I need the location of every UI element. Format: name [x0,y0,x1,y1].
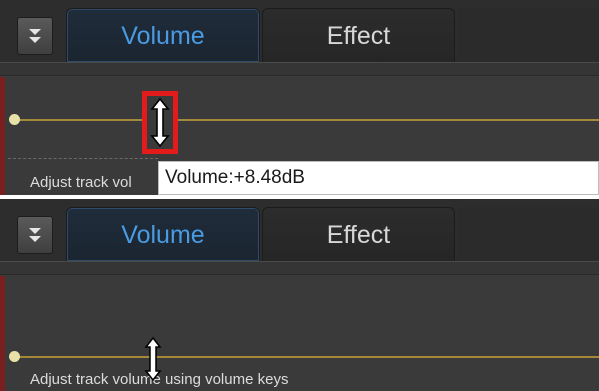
track-left-edge [0,77,5,195]
highlight-box [142,91,178,154]
volume-keyframe-dot[interactable] [9,114,20,125]
volume-panel-before: Volume Effect Adjust track vol Volume:+8… [0,0,599,195]
tab-volume[interactable]: Volume [66,207,260,261]
track-left-edge [0,276,5,391]
tab-effect[interactable]: Effect [262,207,455,261]
volume-keyframe-dot[interactable] [9,351,20,362]
chevron-down-icon [29,29,41,43]
track-divider [8,158,158,159]
volume-line[interactable] [14,119,599,121]
tab-bar-empty-area [457,207,599,261]
tab-bar-empty-area [457,8,599,62]
volume-line[interactable] [14,356,599,358]
volume-panel-after: Volume Effect Adjust track volume using … [0,199,599,391]
tab-bar: Volume Effect [0,0,599,62]
resize-vertical-cursor-icon [150,97,170,148]
volume-tooltip: Volume:+8.48dB [158,161,599,195]
resize-vertical-cursor-icon [144,336,162,382]
chevron-down-icon [29,228,41,242]
track-ruler [0,261,599,275]
track-hint-text: Adjust track vol [30,174,132,191]
tab-volume[interactable]: Volume [66,8,260,62]
panel-menu-button[interactable] [17,216,53,254]
track-ruler [0,62,599,76]
panel-menu-button[interactable] [17,17,53,55]
tab-bar: Volume Effect [0,199,599,261]
tab-effect[interactable]: Effect [262,8,455,62]
